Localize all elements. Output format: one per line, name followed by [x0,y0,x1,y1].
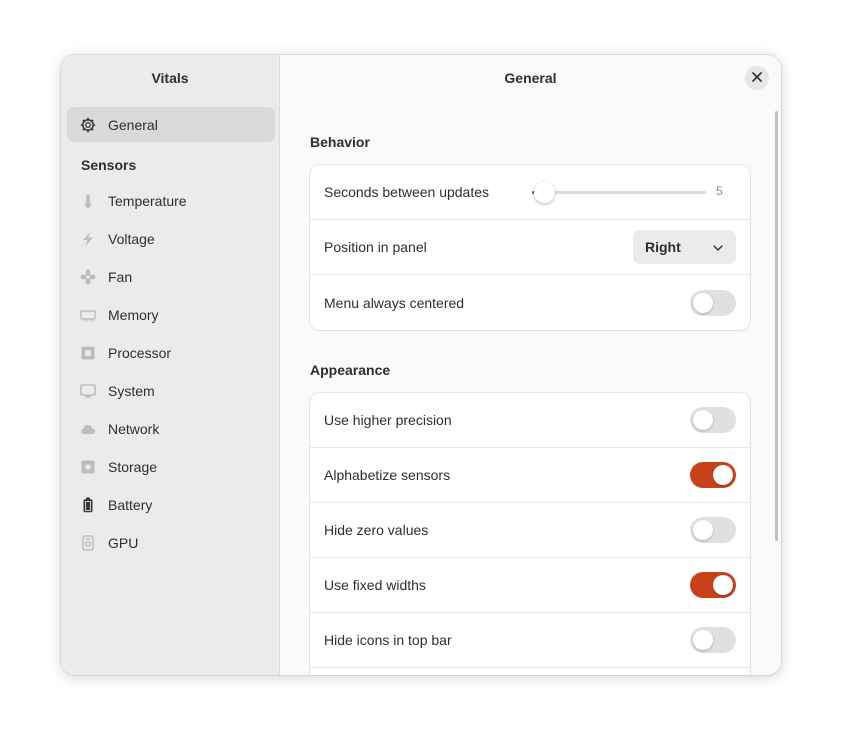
content-header: General [280,55,781,101]
close-icon [752,69,762,87]
sidebar-item-label: Processor [108,345,172,361]
position-in-panel-row: Position in panel Right [310,220,750,275]
hide-zero-label: Hide zero values [324,522,429,538]
sidebar-item-label: Temperature [108,193,187,209]
menu-centered-toggle[interactable] [690,289,736,316]
sidebar-item-general[interactable]: General [67,107,275,142]
higher-precision-toggle[interactable] [690,407,736,433]
sidebar-item-voltage[interactable]: Voltage [67,220,275,258]
processor-icon [80,345,96,361]
menu-centered-label: Menu always centered [324,294,465,311]
sidebar-item-label: Voltage [108,231,155,247]
sidebar-item-label: General [108,116,158,133]
hide-icons-label: Hide icons in top bar [324,632,452,648]
gear-icon [80,117,96,133]
sidebar-item-storage[interactable]: Storage [67,448,275,486]
hide-zero-row: Hide zero values [310,503,750,558]
sidebar: Vitals General Sensors Temperature Volta… [61,55,280,675]
sidebar-item-label: GPU [108,535,139,551]
sidebar-item-system[interactable]: System [67,372,275,410]
sidebar-item-processor[interactable]: Processor [67,334,275,372]
memory-icon [80,307,96,323]
sidebar-item-label: Network [108,421,160,437]
slider-value: 5 [716,184,723,198]
update-interval-row: Seconds between updates 5 [310,165,750,220]
toggle-knob [693,630,713,650]
sidebar-item-memory[interactable]: Memory [67,296,275,334]
scrollbar[interactable] [775,111,778,541]
gpu-icon [80,535,96,551]
sidebar-item-fan[interactable]: Fan [67,258,275,296]
appearance-card: Use higher precision Alphabetize sensors… [310,393,750,675]
sidebar-item-label: Battery [108,497,153,513]
position-dropdown[interactable]: Right [633,230,736,264]
battery-icon [80,497,96,513]
behavior-card: Seconds between updates 5 Position in pa… [310,165,750,330]
alphabetize-toggle[interactable] [690,462,736,488]
toggle-knob [693,292,713,313]
hide-icons-toggle[interactable] [690,627,736,653]
alphabetize-row: Alphabetize sensors [310,448,750,503]
sensors-heading: Sensors [81,157,137,173]
sidebar-item-temperature[interactable]: Temperature [67,182,275,220]
sidebar-item-gpu[interactable]: GPU [67,524,275,562]
page-title: General [504,70,557,86]
sidebar-item-battery[interactable]: Battery [67,486,275,524]
toggle-knob [693,520,713,540]
alphabetize-label: Alphabetize sensors [324,467,451,483]
close-button[interactable] [745,66,769,90]
toggle-knob [713,575,733,595]
voltage-icon [80,231,96,247]
hide-zero-toggle[interactable] [690,517,736,543]
vitals-preferences-window: Vitals General Sensors Temperature Volta… [61,55,781,675]
sidebar-item-label: Storage [108,459,158,475]
toggle-knob [713,465,733,485]
sidebar-title: Vitals [151,70,189,86]
higher-precision-row: Use higher precision [310,393,750,448]
sidebar-item-network[interactable]: Network [67,410,275,448]
fixed-widths-label: Use fixed widths [324,577,426,593]
partial-row [310,668,750,675]
sensor-list: Temperature Voltage Fan Memory Processor… [67,182,275,562]
fan-icon [80,269,96,285]
sidebar-item-label: System [108,383,155,399]
fixed-widths-toggle[interactable] [690,572,736,598]
appearance-section-title: Appearance [310,362,391,378]
slider-track[interactable] [532,191,706,194]
higher-precision-label: Use higher precision [324,412,452,428]
position-in-panel-label: Position in panel [324,239,427,255]
sidebar-item-label: Memory [108,307,159,323]
monitor-icon [80,383,96,399]
menu-centered-row: Menu always centered [310,275,750,330]
toggle-knob [693,410,713,430]
sidebar-header: Vitals [61,55,279,101]
fixed-widths-row: Use fixed widths [310,558,750,613]
update-interval-slider[interactable]: 5 [532,165,736,220]
sidebar-item-label: Fan [108,269,133,285]
thermometer-icon [80,193,96,209]
content-pane: General Behavior Seconds between updates… [280,55,781,675]
position-dropdown-value: Right [645,239,681,255]
slider-knob[interactable] [534,182,555,203]
storage-icon [80,459,96,475]
hide-icons-row: Hide icons in top bar [310,613,750,668]
behavior-section-title: Behavior [310,134,370,150]
cloud-icon [80,421,96,437]
update-interval-label: Seconds between updates [324,184,490,200]
chevron-down-icon [712,241,724,259]
